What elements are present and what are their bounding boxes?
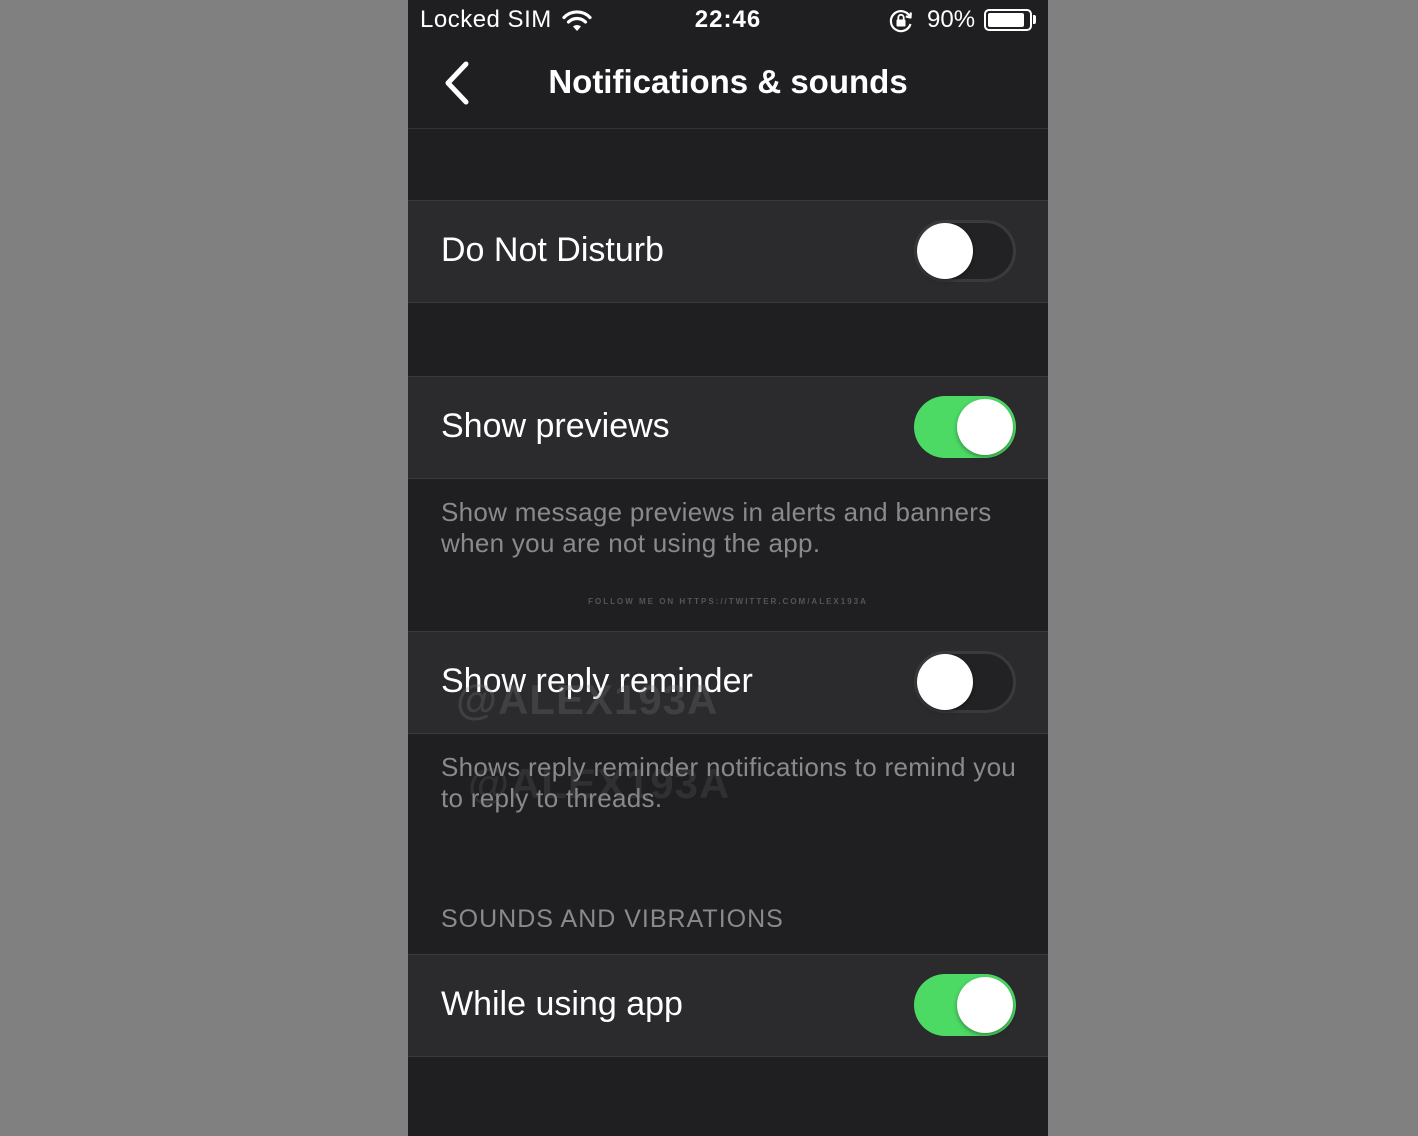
do-not-disturb-toggle[interactable]	[914, 220, 1016, 282]
show-previews-footer: Show message previews in alerts and bann…	[441, 497, 992, 558]
watermark-handle: @ALEX193A	[456, 676, 719, 723]
toggle-knob	[917, 223, 973, 279]
while-using-app-row[interactable]: While using app	[408, 954, 1048, 1057]
show-previews-toggle[interactable]	[914, 396, 1016, 458]
toggle-knob	[957, 399, 1013, 455]
while-using-app-label: While using app	[441, 985, 683, 1023]
do-not-disturb-row[interactable]: Do Not Disturb	[408, 200, 1048, 303]
sounds-section-header: SOUNDS AND VIBRATIONS	[441, 905, 784, 933]
phone-screen: Locked SIM 22:46 90% Notifications & sou…	[408, 0, 1048, 1136]
watermark-handle: @ALEX193A	[468, 760, 731, 807]
while-using-app-toggle[interactable]	[914, 974, 1016, 1036]
status-bar: Locked SIM 22:46 90%	[408, 0, 1048, 42]
toggle-knob	[917, 654, 973, 710]
battery-icon	[984, 9, 1032, 31]
show-previews-label: Show previews	[441, 407, 670, 445]
battery-percent: 90%	[927, 6, 976, 33]
battery-tip	[1033, 15, 1036, 24]
nav-bar: Notifications & sounds	[408, 42, 1048, 129]
do-not-disturb-label: Do Not Disturb	[441, 231, 664, 269]
show-reply-reminder-toggle[interactable]	[914, 651, 1016, 713]
orientation-lock-icon	[889, 10, 912, 33]
battery-fill	[988, 13, 1024, 27]
show-previews-row[interactable]: Show previews	[408, 376, 1048, 479]
watermark-credit: FOLLOW ME ON HTTPS://TWITTER.COM/ALEX193…	[588, 597, 868, 606]
page-title: Notifications & sounds	[548, 63, 908, 100]
toggle-knob	[957, 977, 1013, 1033]
